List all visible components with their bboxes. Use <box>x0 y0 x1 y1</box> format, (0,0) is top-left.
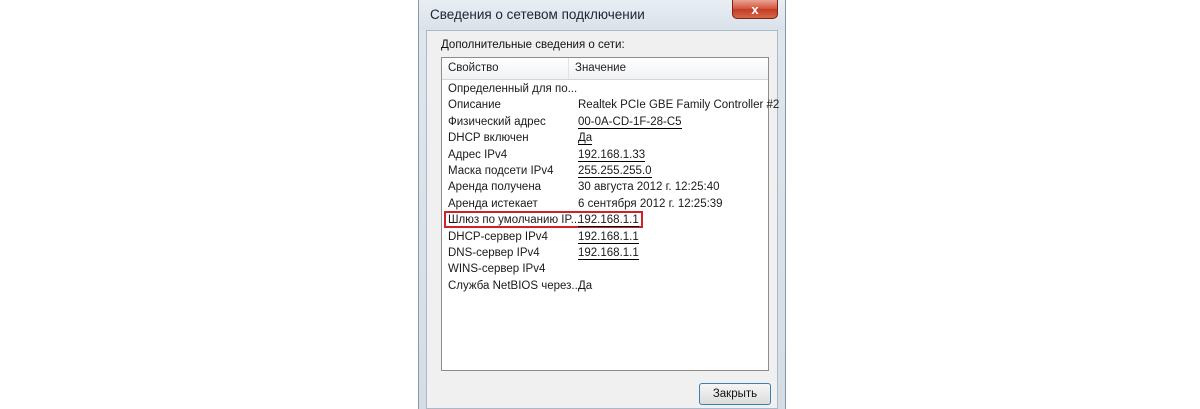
list-row-netbios[interactable]: Служба NetBIOS через... Да <box>442 279 768 295</box>
row-property: Аренда истекает <box>448 197 538 210</box>
title-bar[interactable]: Сведения о сетевом подключении x <box>419 0 785 30</box>
row-property: DHCP-сервер IPv4 <box>448 230 548 243</box>
row-value: 192.168.1.1 <box>578 246 639 260</box>
details-list-view[interactable]: Свойство Значение Определенный для по...… <box>441 57 779 371</box>
row-property: Аренда получена <box>448 181 542 194</box>
column-header-property[interactable]: Свойство <box>442 58 569 79</box>
list-row-physical-address[interactable]: Физический адрес 00-0A-CD-1F-28-C5 <box>442 115 768 131</box>
list-row-subnet-mask[interactable]: Маска подсети IPv4 255.255.255.0 <box>442 164 768 180</box>
row-property: Маска подсети IPv4 <box>448 164 554 177</box>
row-value: 192.168.1.33 <box>578 148 646 162</box>
column-header-value[interactable]: Значение <box>569 58 768 79</box>
row-value: Realtek PCIe GBE Family Controller #2 <box>578 99 780 112</box>
window-close-icon[interactable]: x <box>732 0 778 19</box>
row-property: DHCP включен <box>448 132 529 145</box>
list-row-connection-suffix[interactable]: Определенный для по... <box>442 82 768 98</box>
row-property: WINS-сервер IPv4 <box>448 263 546 276</box>
list-rows: Определенный для по... Описание Realtek … <box>442 82 779 295</box>
list-row-lease-obtained[interactable]: Аренда получена 30 августа 2012 г. 12:25… <box>442 180 768 196</box>
row-value: Да <box>578 279 593 292</box>
row-value: 192.168.1.1 <box>578 214 639 228</box>
list-header: Свойство Значение <box>442 58 768 80</box>
row-value: Да <box>578 132 593 146</box>
row-property: DNS-сервер IPv4 <box>448 246 540 259</box>
row-property: Определенный для по... <box>448 83 578 95</box>
row-value: 192.168.1.1 <box>578 230 639 244</box>
row-property: Шлюз по умолчанию IP... <box>448 214 581 227</box>
row-value: 255.255.255.0 <box>578 164 652 178</box>
row-property: Физический адрес <box>448 115 546 128</box>
group-label: Дополнительные сведения о сети: <box>441 39 625 51</box>
list-row-description[interactable]: Описание Realtek PCIe GBE Family Control… <box>442 98 779 114</box>
list-row-dns-server[interactable]: DNS-сервер IPv4 192.168.1.1 <box>442 246 768 262</box>
row-property: Служба NetBIOS через... <box>448 279 581 292</box>
row-value: 30 августа 2012 г. 12:25:40 <box>578 181 720 194</box>
list-row-dhcp-enabled[interactable]: DHCP включен Да <box>442 131 768 147</box>
dialog-client-area: Дополнительные сведения о сети: Свойство… <box>426 30 779 409</box>
list-row-default-gateway[interactable]: Шлюз по умолчанию IP... 192.168.1.1 <box>442 211 768 229</box>
list-row-wins-server[interactable]: WINS-сервер IPv4 <box>442 262 768 278</box>
row-property: Адрес IPv4 <box>448 148 508 161</box>
list-row-dhcp-server[interactable]: DHCP-сервер IPv4 192.168.1.1 <box>442 230 768 246</box>
close-button[interactable]: Закрыть <box>699 383 771 405</box>
window-title: Сведения о сетевом подключении <box>430 7 645 22</box>
network-connection-details-window: Сведения о сетевом подключении x Дополни… <box>418 0 786 409</box>
row-value: 00-0A-CD-1F-28-C5 <box>578 115 682 129</box>
list-row-ipv4-address[interactable]: Адрес IPv4 192.168.1.33 <box>442 148 768 164</box>
list-row-lease-expires[interactable]: Аренда истекает 6 сентября 2012 г. 12:25… <box>442 197 768 213</box>
row-value: 6 сентября 2012 г. 12:25:39 <box>578 197 723 210</box>
row-property: Описание <box>448 99 501 112</box>
